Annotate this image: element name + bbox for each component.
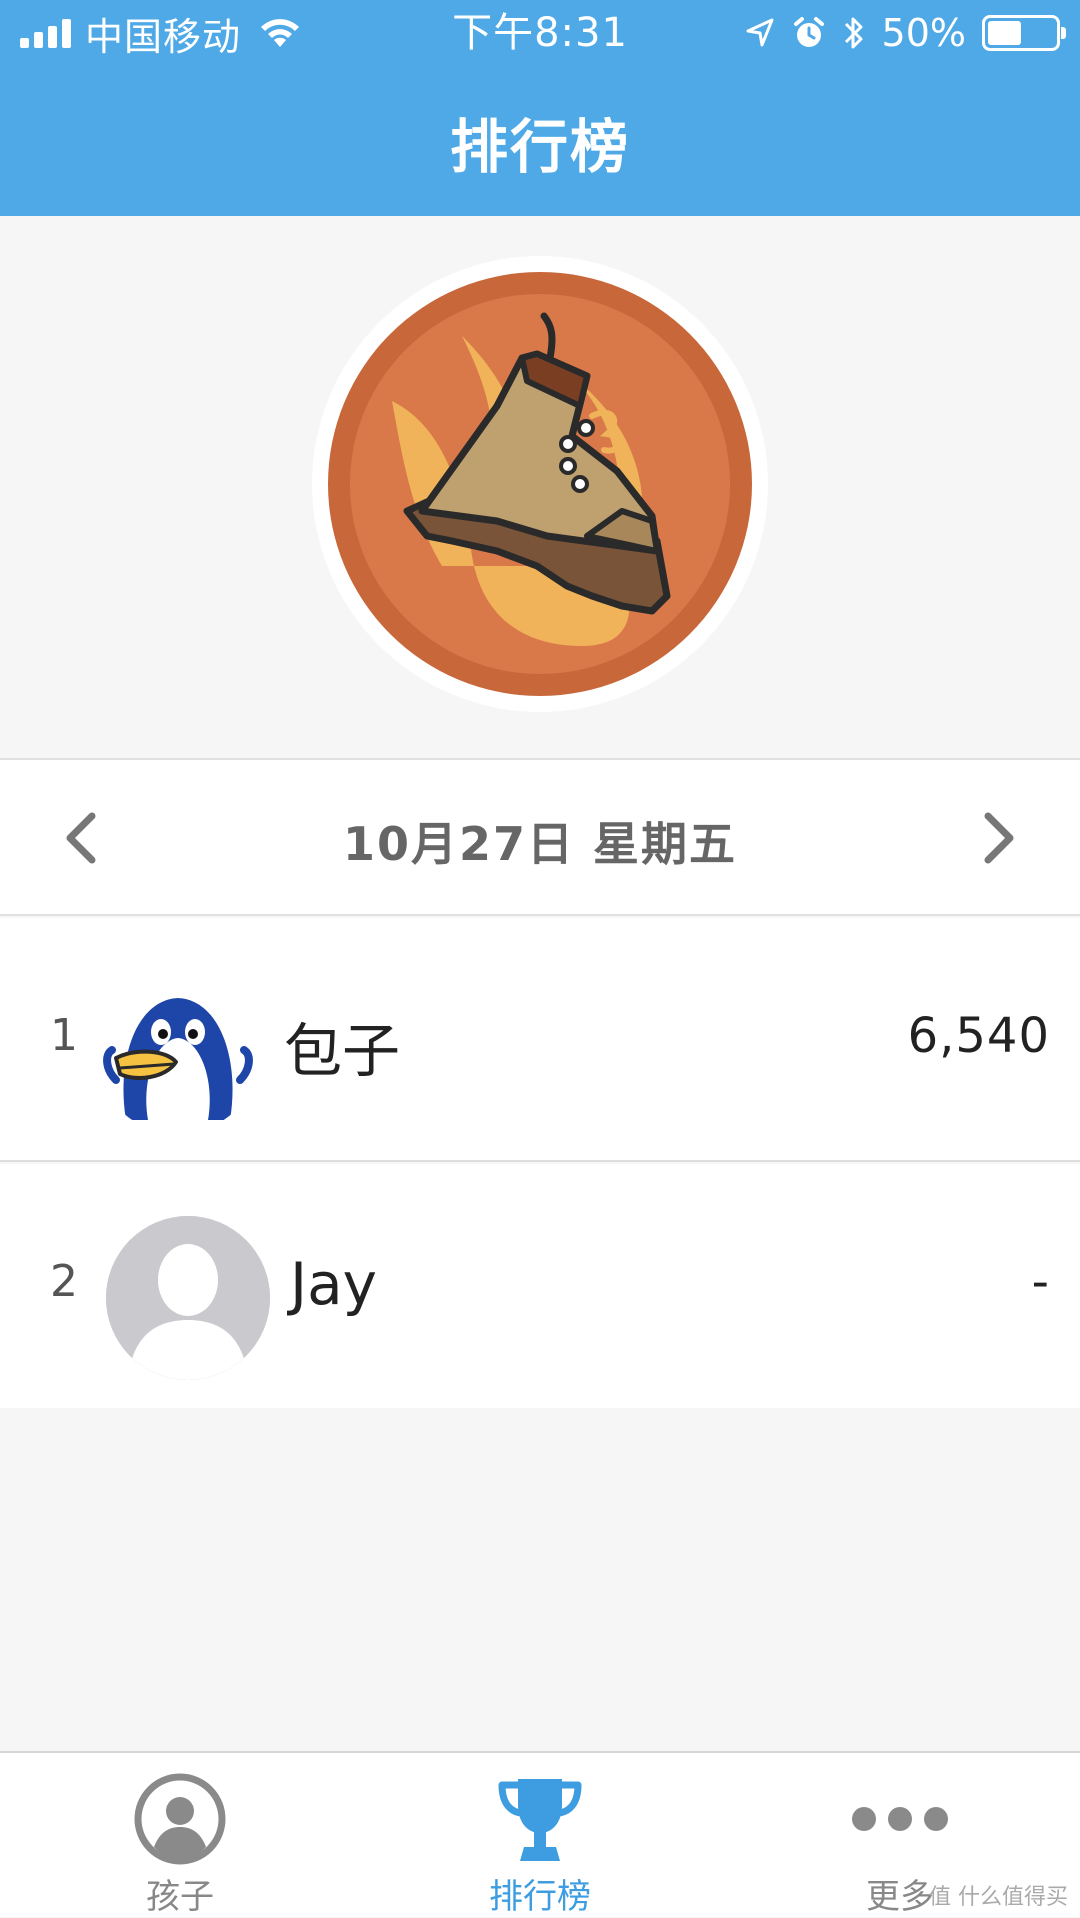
user-name: Jay [290,1250,377,1318]
person-icon [134,1773,226,1865]
tab-children[interactable]: 孩子 [0,1753,360,1917]
app-header: 中国移动 下午8:31 50% 排行榜 [0,0,1080,216]
more-icon [852,1807,948,1831]
date-navigation: 10月27日 星期五 [0,758,1080,916]
status-bar: 中国移动 下午8:31 50% [0,0,1080,66]
chevron-right-icon[interactable] [960,798,1040,878]
flaming-boot-badge-icon [328,272,752,696]
battery-icon [982,15,1066,51]
battery-percent: 50% [881,11,966,55]
default-avatar-icon [106,1216,270,1380]
leaderboard-row[interactable]: 1 包子 6,540 [0,918,1080,1162]
leaderboard-row[interactable]: 2 Jay - [0,1164,1080,1408]
badge-area [0,216,1080,758]
rank-number: 1 [50,1010,78,1061]
tab-leaderboard[interactable]: 排行榜 [360,1753,720,1917]
battery-fill [988,21,1021,45]
current-date: 10月27日 星期五 [342,817,738,871]
penguin-avatar-icon [96,970,260,1134]
tab-label: 孩子 [146,1877,214,1917]
rank-number: 2 [50,1256,78,1307]
user-name: 包子 [284,1017,401,1085]
status-right: 50% [744,8,1066,58]
trophy-icon [498,1779,582,1861]
user-score: 6,540 [907,1008,1050,1064]
user-score: - [1031,1254,1050,1310]
tab-bar: 孩子 排行榜 更多 值 什么值得买 [0,1751,1080,1917]
alarm-icon [793,17,824,47]
page-title: 排行榜 [449,113,630,181]
tab-label: 排行榜 [489,1877,591,1917]
bluetooth-icon [844,17,863,49]
achievement-badge[interactable] [312,256,768,712]
watermark: 值 什么值得买 [929,1885,1068,1910]
location-arrow-icon [746,18,774,47]
